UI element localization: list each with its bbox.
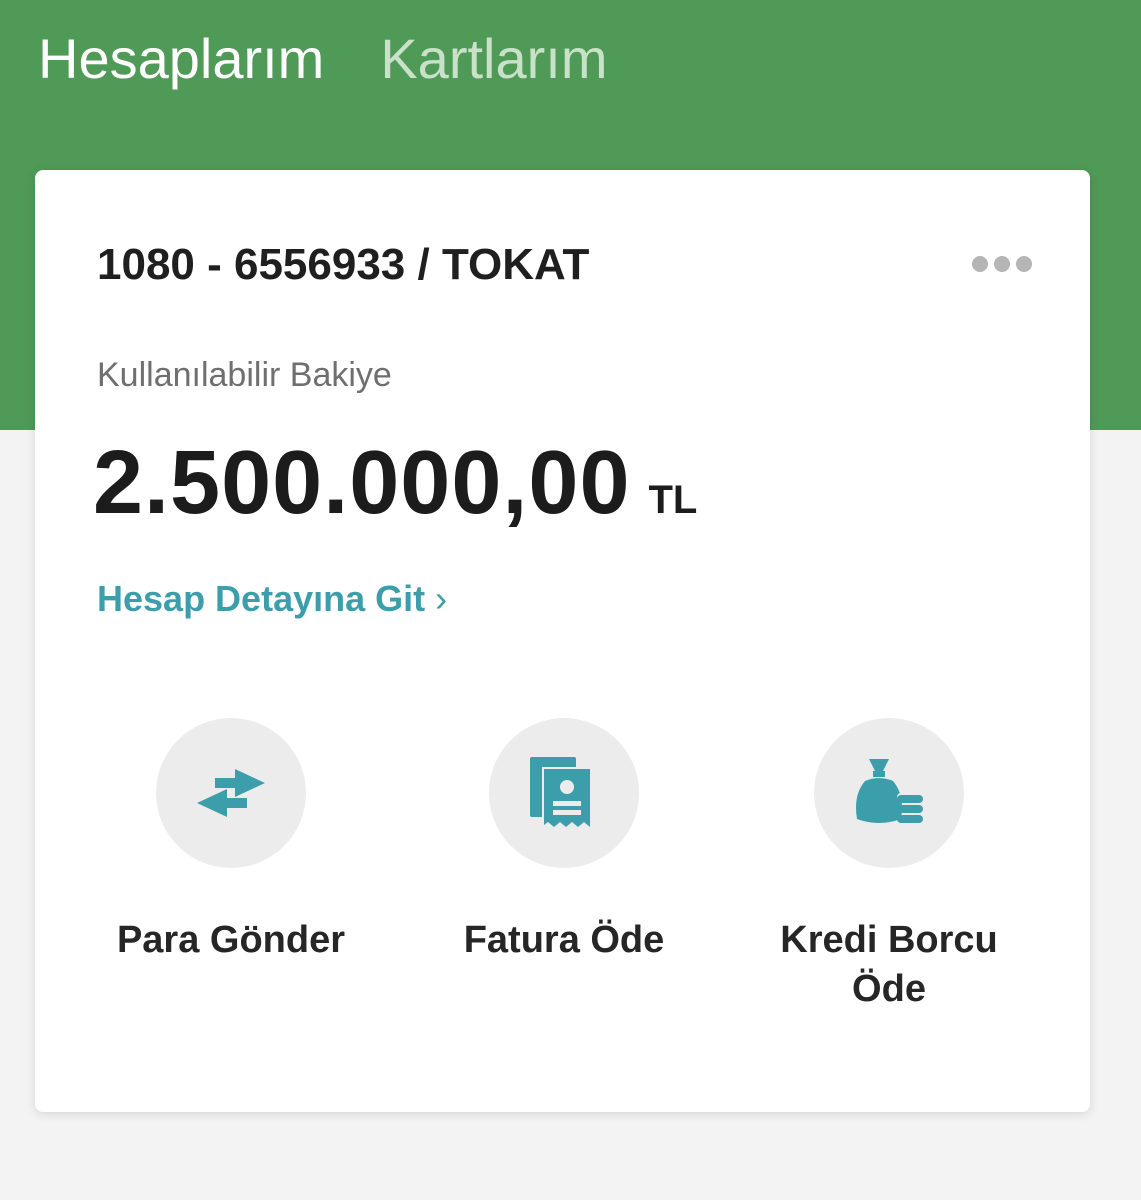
more-options-button[interactable] bbox=[972, 256, 1032, 272]
send-money-icon-circle bbox=[156, 718, 306, 868]
send-money-label: Para Gönder bbox=[116, 919, 346, 961]
pay-loan-icon-circle bbox=[814, 718, 964, 868]
balance: 2.500.000,00 TL bbox=[93, 432, 697, 535]
money-bag-coins-icon bbox=[856, 759, 923, 823]
balance-currency: TL bbox=[648, 478, 698, 522]
account-detail-link[interactable]: Hesap Detayına Git › bbox=[97, 578, 447, 620]
dot-icon bbox=[1016, 256, 1032, 272]
bill-receipt-icon bbox=[530, 757, 592, 829]
transfer-arrows-icon bbox=[197, 769, 265, 817]
dot-icon bbox=[972, 256, 988, 272]
account-card: 1080 - 6556933 / TOKAT Kullanılabilir Ba… bbox=[35, 170, 1090, 1112]
tab-bar: Hesaplarım Kartlarım bbox=[38, 28, 607, 90]
pay-loan-button[interactable]: Kredi Borcu Öde bbox=[739, 718, 1039, 1015]
pay-bill-label: Fatura Öde bbox=[463, 919, 665, 961]
chevron-right-icon: › bbox=[435, 578, 448, 619]
send-money-button[interactable]: Para Gönder bbox=[81, 718, 381, 965]
pay-bill-icon-circle bbox=[489, 718, 639, 868]
tab-accounts[interactable]: Hesaplarım bbox=[38, 28, 324, 90]
account-detail-link-label: Hesap Detayına Git bbox=[97, 578, 426, 619]
balance-label: Kullanılabilir Bakiye bbox=[97, 356, 392, 394]
balance-amount: 2.500.000,00 bbox=[93, 433, 631, 533]
pay-loan-label: Kredi Borcu Öde bbox=[780, 919, 998, 1011]
account-number: 1080 - 6556933 / TOKAT bbox=[97, 240, 590, 289]
pay-bill-button[interactable]: Fatura Öde bbox=[414, 718, 714, 965]
tab-cards[interactable]: Kartlarım bbox=[380, 28, 607, 90]
dot-icon bbox=[994, 256, 1010, 272]
